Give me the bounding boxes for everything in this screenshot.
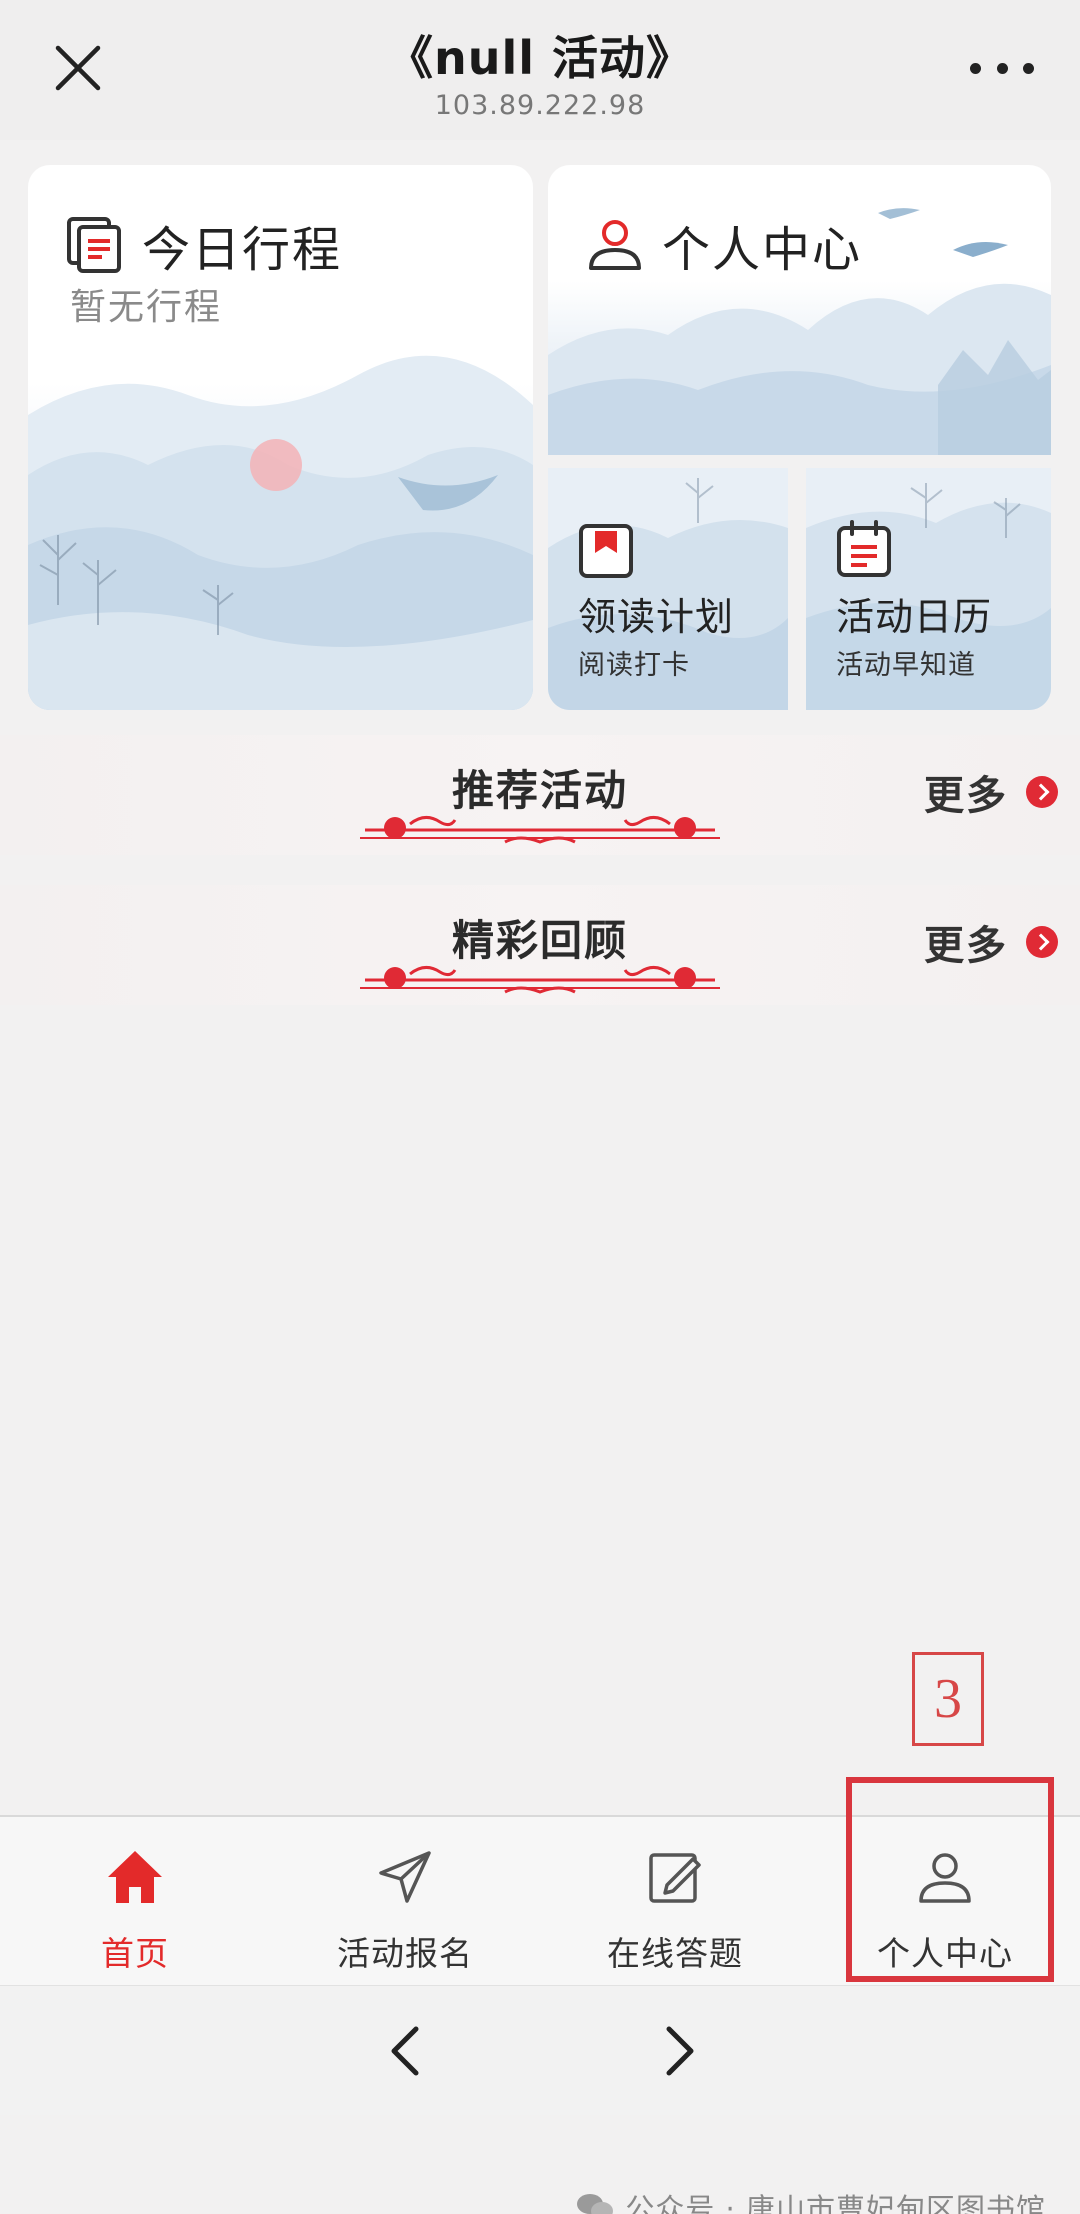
more-link[interactable]: 更多: [924, 913, 1058, 971]
highlights-review-section: 精彩回顾 更多: [0, 885, 1080, 1005]
home-icon: [108, 1851, 162, 1903]
send-icon: [379, 1851, 431, 1903]
page-title: 《null 活动》: [386, 31, 694, 85]
schedule-icon: [67, 217, 121, 273]
more-dot-icon: [1023, 62, 1034, 74]
calendar-icon: [837, 520, 891, 577]
more-label: 更多: [924, 923, 1008, 969]
activity-calendar-title: 活动日历: [836, 595, 993, 639]
schedule-header: 今日行程: [66, 210, 342, 280]
title-block: 《null 活动》 103.89.222.98: [0, 22, 1080, 121]
watermark: 公众号 · 唐山市曹妃甸区图书馆: [575, 2186, 1046, 2214]
activity-calendar-card[interactable]: 活动日历 活动早知道: [806, 468, 1051, 710]
top-bar: 《null 活动》 103.89.222.98: [0, 0, 1080, 140]
browser-nav-bar: [0, 1985, 1080, 2115]
more-menu-button[interactable]: [964, 40, 1040, 96]
tab-activity-signup[interactable]: 活动报名: [270, 1817, 540, 1987]
user-icon: [589, 220, 641, 270]
annotation-step-number: 3: [912, 1652, 984, 1746]
more-dot-icon: [996, 62, 1008, 74]
reading-plan-subtitle: 阅读打卡: [578, 650, 690, 681]
more-label: 更多: [924, 773, 1008, 819]
forward-arrow-icon[interactable]: [655, 2021, 705, 2081]
more-dot-icon: [970, 62, 981, 74]
bookmark-icon: [579, 524, 633, 578]
section-title: 推荐活动: [451, 766, 628, 815]
reading-plan-title: 领读计划: [578, 595, 735, 639]
tab-label: 在线答题: [607, 1934, 743, 1973]
watermark-text: 公众号 · 唐山市曹妃甸区图书馆: [625, 2192, 1046, 2214]
chevron-right-icon: [1026, 926, 1058, 958]
schedule-subtitle: 暂无行程: [70, 287, 223, 328]
tab-online-quiz[interactable]: 在线答题: [540, 1817, 810, 1987]
tab-label: 首页: [101, 1934, 169, 1973]
tab-label: 活动报名: [337, 1934, 473, 1973]
chevron-right-icon: [1026, 776, 1058, 808]
annotation-highlight-box: [846, 1777, 1054, 1982]
back-arrow-icon[interactable]: [380, 2021, 430, 2081]
recommended-activities-section: 推荐活动 更多: [0, 735, 1080, 855]
edit-icon: [649, 1853, 701, 1903]
schedule-title: 今日行程: [142, 222, 343, 278]
schedule-card[interactable]: 今日行程 暂无行程: [28, 165, 533, 710]
reading-plan-card[interactable]: 领读计划 阅读打卡: [548, 468, 788, 710]
tab-home[interactable]: 首页: [0, 1817, 270, 1987]
page-url: 103.89.222.98: [434, 90, 646, 121]
more-link[interactable]: 更多: [924, 763, 1058, 821]
personal-center-title: 个人中心: [662, 222, 863, 278]
wechat-icon: [577, 2194, 614, 2214]
personal-center-header: 个人中心: [586, 210, 862, 280]
activity-calendar-subtitle: 活动早知道: [836, 650, 976, 681]
personal-center-card[interactable]: 个人中心: [548, 165, 1051, 455]
section-title: 精彩回顾: [451, 916, 628, 965]
landscape-illustration: [548, 208, 1051, 455]
